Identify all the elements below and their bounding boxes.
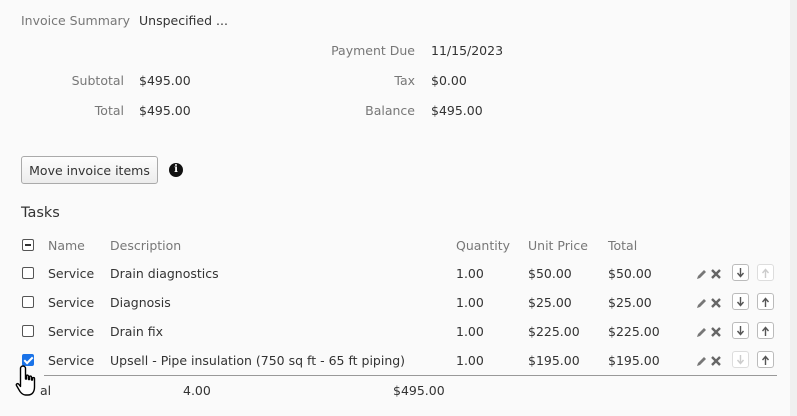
x-icon[interactable] (710, 268, 722, 280)
row-checkbox[interactable] (22, 296, 34, 308)
x-icon[interactable] (710, 297, 722, 309)
table-divider (44, 375, 777, 376)
select-all-checkbox[interactable] (22, 239, 34, 251)
arrow-up-icon (761, 325, 770, 336)
row-checkbox[interactable] (22, 267, 34, 279)
row-total: $50.00 (608, 266, 652, 281)
footer-quantity: 4.00 (183, 383, 211, 398)
header-unit-price: Unit Price (528, 238, 588, 253)
row-name: Service (48, 295, 95, 310)
move-invoice-items-label: Move invoice items (29, 162, 150, 178)
row-unit-price: $225.00 (528, 324, 580, 339)
row-description: Diagnosis (110, 295, 171, 310)
balance-value: $495.00 (431, 103, 483, 118)
row-unit-price: $195.00 (528, 353, 580, 368)
arrow-up-icon (761, 267, 770, 278)
balance-label: Balance (365, 103, 415, 118)
pencil-icon[interactable] (696, 297, 708, 309)
payment-due-label: Payment Due (331, 43, 415, 58)
footer-total: $495.00 (393, 383, 445, 398)
tax-value: $0.00 (431, 73, 467, 88)
row-total: $25.00 (608, 295, 652, 310)
arrow-up-icon (761, 296, 770, 307)
total-label: Total (94, 103, 124, 118)
total-value: $495.00 (139, 103, 191, 118)
x-icon[interactable] (710, 355, 722, 367)
hand-pointer-icon (15, 365, 36, 396)
scrollbar-track[interactable] (790, 0, 797, 416)
row-unit-price: $25.00 (528, 295, 572, 310)
move-up-button[interactable] (757, 351, 774, 368)
row-total: $225.00 (608, 324, 660, 339)
move-up-button[interactable] (757, 293, 774, 310)
move-down-button[interactable] (732, 293, 749, 310)
arrow-down-icon (736, 325, 745, 336)
tax-label: Tax (394, 73, 415, 88)
invoice-summary-label: Invoice Summary (21, 13, 131, 28)
header-total: Total (608, 238, 638, 253)
subtotal-value: $495.00 (139, 73, 191, 88)
row-quantity: 1.00 (456, 353, 484, 368)
move-down-button[interactable] (732, 264, 749, 281)
arrow-up-icon (761, 354, 770, 365)
invoice-summary-value: Unspecified ... (139, 13, 228, 28)
row-name: Service (48, 324, 95, 339)
row-checkbox[interactable] (22, 325, 34, 337)
arrow-down-icon (736, 354, 745, 365)
info-icon[interactable]: i (169, 163, 183, 177)
row-description: Drain fix (110, 324, 164, 339)
move-up-button[interactable] (757, 264, 774, 281)
header-name: Name (48, 238, 85, 253)
row-description: Upsell - Pipe insulation (750 sq ft - 65… (110, 353, 406, 368)
move-up-button[interactable] (757, 322, 774, 339)
header-description: Description (110, 238, 182, 253)
pencil-icon[interactable] (696, 268, 708, 280)
arrow-down-icon (736, 267, 745, 278)
row-quantity: 1.00 (456, 295, 484, 310)
move-down-button[interactable] (732, 351, 749, 368)
payment-due-value: 11/15/2023 (431, 43, 504, 58)
move-invoice-items-button[interactable]: Move invoice items (21, 156, 158, 184)
row-quantity: 1.00 (456, 266, 484, 281)
tasks-title: Tasks (21, 205, 60, 221)
row-description: Drain diagnostics (110, 266, 219, 281)
subtotal-label: Subtotal (71, 73, 124, 88)
row-quantity: 1.00 (456, 324, 484, 339)
x-icon[interactable] (710, 326, 722, 338)
move-down-button[interactable] (732, 322, 749, 339)
row-total: $195.00 (608, 353, 660, 368)
row-unit-price: $50.00 (528, 266, 572, 281)
pencil-icon[interactable] (696, 326, 708, 338)
header-quantity: Quantity (456, 238, 511, 253)
row-name: Service (48, 353, 95, 368)
row-name: Service (48, 266, 95, 281)
arrow-down-icon (736, 296, 745, 307)
pencil-icon[interactable] (696, 355, 708, 367)
